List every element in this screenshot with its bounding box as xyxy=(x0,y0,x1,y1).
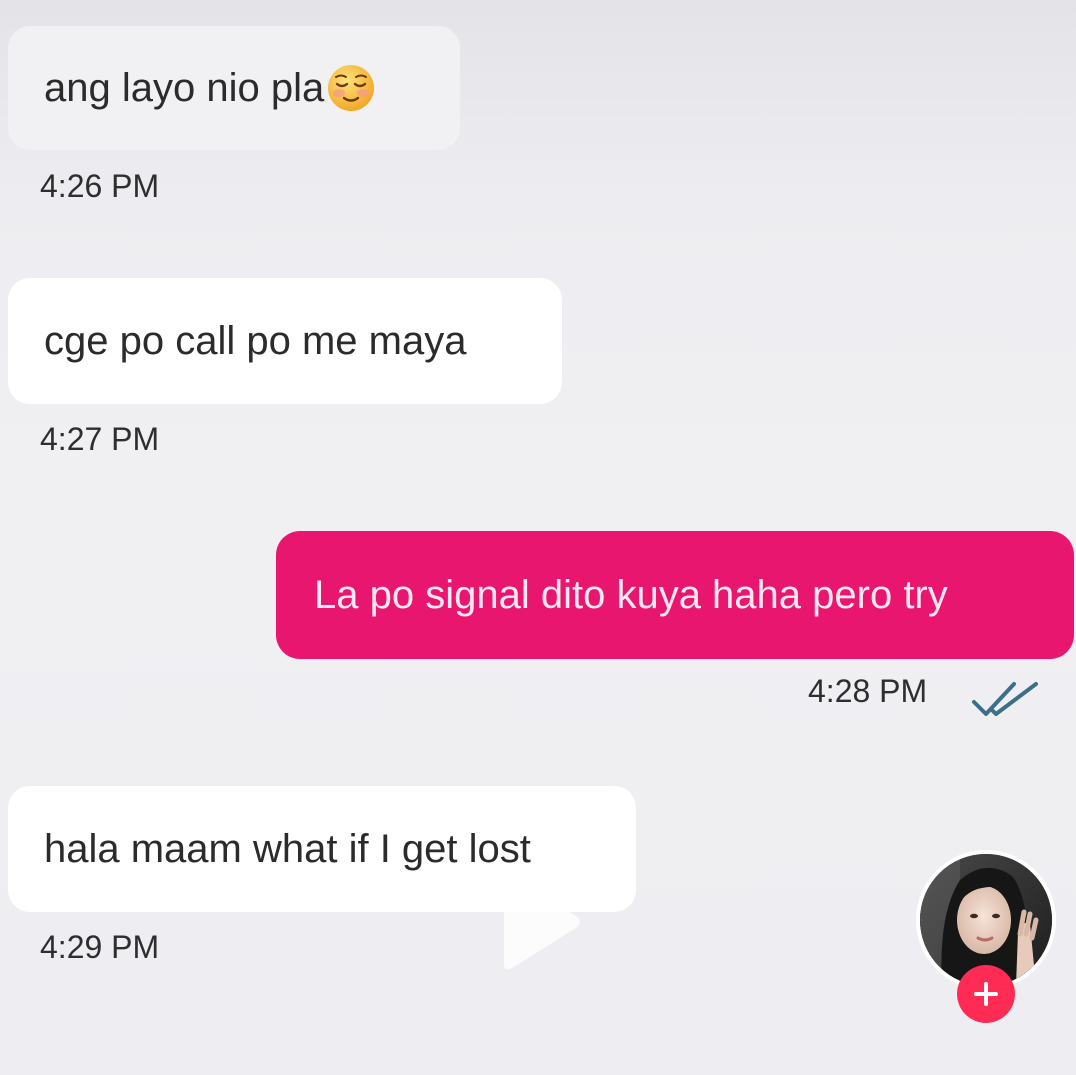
incoming-message-bubble[interactable]: cge po call po me maya xyxy=(8,278,562,404)
plus-icon xyxy=(974,982,998,1006)
relieved-face-emoji-icon xyxy=(328,65,375,111)
message-timestamp: 4:27 PM xyxy=(40,421,160,457)
message-text: hala maam what if I get lost xyxy=(44,827,531,871)
incoming-message-bubble[interactable]: ang layo nio pla xyxy=(8,26,460,150)
message-text: cge po call po me maya xyxy=(44,319,467,363)
play-icon[interactable] xyxy=(498,872,584,972)
profile-avatar-container[interactable] xyxy=(916,850,1056,1023)
double-check-icon xyxy=(972,682,1038,716)
outgoing-message-bubble[interactable]: La po signal dito kuya haha pero try xyxy=(276,531,1074,659)
message-timestamp: 4:29 PM xyxy=(40,929,160,965)
message-timestamp: 4:26 PM xyxy=(40,168,160,204)
message-text: ang layo nio pla xyxy=(44,66,325,110)
follow-button[interactable] xyxy=(957,965,1015,1023)
message-text: La po signal dito kuya haha pero try xyxy=(314,573,948,617)
message-timestamp: 4:28 PM xyxy=(808,673,928,709)
